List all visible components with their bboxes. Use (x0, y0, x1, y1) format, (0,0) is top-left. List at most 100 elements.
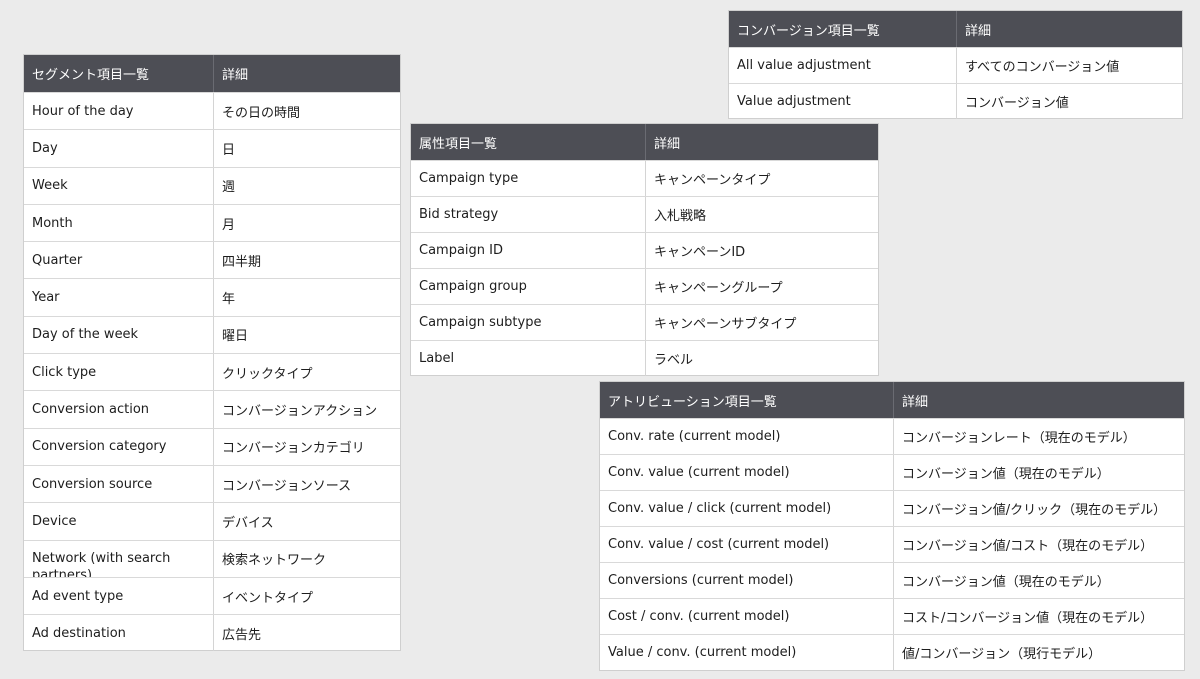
table-header: セグメント項目一覧 詳細 (24, 55, 400, 92)
detail-cell: その日の時間 (213, 93, 400, 130)
table-row: Week 週 (24, 166, 400, 204)
detail-cell: 検索ネットワーク (213, 540, 400, 577)
detail-cell: デバイス (213, 503, 400, 540)
conversion-table: コンバージョン項目一覧 詳細 All value adjustment すべての… (728, 10, 1183, 119)
attribution-table: アトリビューション項目一覧 詳細 Conv. rate (current mod… (599, 381, 1185, 671)
item-cell: Conv. value / click (current model) (608, 501, 832, 516)
table-row: Campaign group キャンペーングループ (411, 268, 878, 304)
table-row: Day of the week 曜日 (24, 315, 400, 354)
item-cell: Hour of the day (32, 103, 134, 119)
item-cell: Conversions (current model) (608, 573, 794, 588)
detail-cell: 広告先 (213, 615, 400, 652)
item-cell: Conversion category (32, 439, 167, 455)
table-row: Bid strategy 入札戦略 (411, 196, 878, 232)
detail-cell: すべてのコンバージョン値 (956, 48, 1182, 83)
table-row: Hour of the day その日の時間 (24, 92, 400, 130)
item-cell: Value / conv. (current model) (608, 645, 797, 660)
table-row: Conversions (current model) コンバージョン値（現在の… (600, 562, 1184, 598)
table-header: 属性項目一覧 詳細 (411, 124, 878, 160)
header-detail: 詳細 (213, 55, 400, 92)
detail-cell: キャンペーンタイプ (645, 161, 878, 196)
table-row: Conversion source コンバージョンソース (24, 464, 400, 503)
detail-cell: コンバージョンアクション (213, 391, 400, 428)
item-cell: Conversion source (32, 476, 153, 492)
item-cell: Ad event type (32, 588, 124, 604)
detail-cell: コンバージョン値/コスト（現在のモデル） (893, 527, 1184, 562)
header-detail: 詳細 (893, 382, 1184, 418)
detail-cell: キャンペーンID (645, 233, 878, 268)
item-cell: Bid strategy (419, 207, 499, 222)
table-row: Network (with search partners) 検索ネットワーク (24, 539, 400, 577)
attribute-table: 属性項目一覧 詳細 Campaign type キャンペーンタイプ Bid st… (410, 123, 879, 376)
table-header: アトリビューション項目一覧 詳細 (600, 382, 1184, 418)
table-row: Cost / conv. (current model) コスト/コンバージョン… (600, 598, 1184, 634)
table-row: Campaign subtype キャンペーンサブタイプ (411, 304, 878, 340)
detail-cell: 曜日 (213, 316, 400, 354)
item-cell: Conv. rate (current model) (608, 429, 781, 444)
item-cell: Campaign type (419, 171, 519, 186)
item-cell: Quarter (32, 252, 83, 268)
item-cell: Month (32, 215, 73, 231)
detail-cell: クリックタイプ (213, 354, 400, 391)
detail-cell: 値/コンバージョン（現行モデル） (893, 635, 1184, 670)
table-row: Day 日 (24, 129, 400, 167)
table-row: Label ラベル (411, 340, 878, 376)
table-row: All value adjustment すべてのコンバージョン値 (729, 47, 1182, 83)
item-cell: Conv. value (current model) (608, 465, 790, 480)
header-item: 属性項目一覧 (419, 136, 498, 152)
detail-cell: ラベル (645, 341, 878, 376)
detail-cell: コンバージョンレート（現在のモデル） (893, 419, 1184, 454)
table-row: Ad event type イベントタイプ (24, 576, 400, 615)
item-cell: Network (with search partners) (32, 550, 171, 577)
detail-cell: 年 (213, 279, 400, 316)
table-row: Conv. value / cost (current model) コンバージ… (600, 526, 1184, 562)
detail-cell: コンバージョンソース (213, 465, 400, 503)
table-row: Conv. value / click (current model) コンバー… (600, 490, 1184, 526)
item-cell: Click type (32, 364, 97, 380)
detail-cell: 入札戦略 (645, 197, 878, 232)
item-cell: Label (419, 351, 455, 366)
segment-table: セグメント項目一覧 詳細 Hour of the day その日の時間 Day … (23, 54, 401, 652)
item-cell: Campaign group (419, 279, 527, 294)
table-row: Campaign ID キャンペーンID (411, 232, 878, 268)
detail-cell: コンバージョン値（現在のモデル） (893, 455, 1184, 490)
table-row: Conversion category コンバージョンカテゴリ (24, 427, 400, 465)
table-row: Year 年 (24, 278, 400, 316)
table-row: Conv. rate (current model) コンバージョンレート（現在… (600, 418, 1184, 454)
header-item: コンバージョン項目一覧 (737, 23, 880, 39)
item-cell: Year (32, 290, 60, 306)
item-cell: Campaign ID (419, 243, 504, 258)
header-item: アトリビューション項目一覧 (608, 394, 777, 410)
detail-cell: 週 (213, 167, 400, 204)
detail-cell: コンバージョン値 (956, 84, 1182, 119)
table-row: Value adjustment コンバージョン値 (729, 83, 1182, 119)
detail-cell: コスト/コンバージョン値（現在のモデル） (893, 599, 1184, 634)
item-cell: Conv. value / cost (current model) (608, 537, 830, 552)
item-cell: Value adjustment (737, 94, 851, 109)
item-cell: Day of the week (32, 327, 139, 343)
header-detail: 詳細 (645, 124, 878, 160)
item-cell: Week (32, 178, 68, 194)
table-row: Conv. value (current model) コンバージョン値（現在の… (600, 454, 1184, 490)
table-row: Conversion action コンバージョンアクション (24, 390, 400, 428)
header-item: セグメント項目一覧 (32, 68, 150, 83)
item-cell: Cost / conv. (current model) (608, 609, 790, 624)
header-detail: 詳細 (956, 11, 1182, 47)
detail-cell: 月 (213, 204, 400, 242)
detail-cell: イベントタイプ (213, 577, 400, 615)
item-cell: Conversion action (32, 402, 150, 418)
item-cell: All value adjustment (737, 58, 871, 73)
detail-cell: キャンペーンサブタイプ (645, 305, 878, 340)
table-row: Month 月 (24, 203, 400, 242)
item-cell: Day (32, 140, 58, 156)
table-row: Campaign type キャンペーンタイプ (411, 160, 878, 196)
detail-cell: コンバージョン値（現在のモデル） (893, 563, 1184, 598)
detail-cell: 日 (213, 130, 400, 167)
table-row: Ad destination 広告先 (24, 614, 400, 652)
table-row: Value / conv. (current model) 値/コンバージョン（… (600, 634, 1184, 670)
detail-cell: キャンペーングループ (645, 269, 878, 304)
detail-cell: 四半期 (213, 242, 400, 279)
item-cell: Ad destination (32, 625, 126, 641)
detail-cell: コンバージョン値/クリック（現在のモデル） (893, 491, 1184, 526)
table-header: コンバージョン項目一覧 詳細 (729, 11, 1182, 47)
